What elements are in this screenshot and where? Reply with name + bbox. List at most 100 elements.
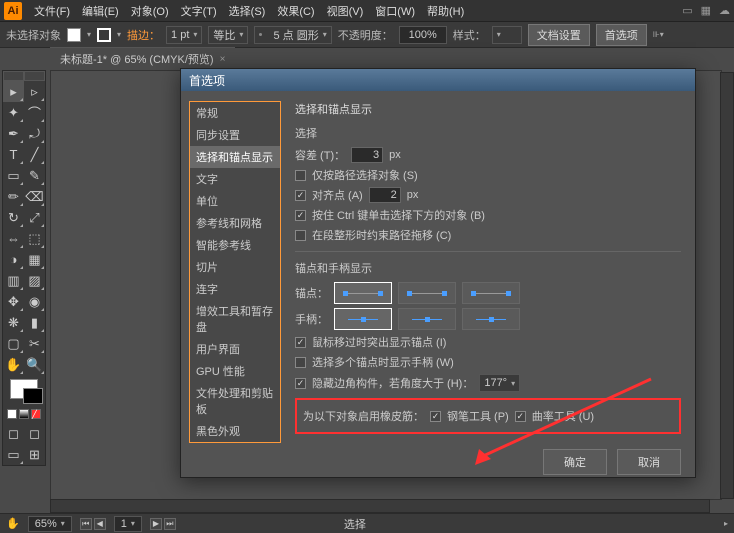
sync-icon[interactable]: ☁ — [719, 4, 730, 17]
arrange-icon[interactable]: ▦ — [701, 4, 711, 17]
vertical-scrollbar[interactable] — [720, 72, 734, 499]
scale-tool[interactable]: ⤢ — [24, 207, 45, 228]
sidebar-item-sync[interactable]: 同步设置 — [190, 124, 280, 146]
artboard-number[interactable]: 1▾ — [114, 516, 142, 532]
ctrl-click-checkbox[interactable] — [295, 210, 306, 221]
menu-type[interactable]: 文字(T) — [175, 3, 223, 19]
graph-tool[interactable]: ▮ — [24, 312, 45, 333]
gradient-tool[interactable]: ▨ — [24, 270, 45, 291]
menu-file[interactable]: 文件(F) — [28, 3, 76, 19]
color-swatch[interactable]: ╱ — [3, 375, 45, 423]
horizontal-scrollbar[interactable] — [50, 499, 710, 513]
close-icon[interactable]: × — [220, 54, 226, 65]
opacity-input[interactable] — [399, 26, 447, 44]
blend-tool[interactable]: ◉ — [24, 291, 45, 312]
menu-view[interactable]: 视图(V) — [321, 3, 370, 19]
stroke-weight[interactable]: 1 pt▾ — [166, 26, 202, 44]
sidebar-item-general[interactable]: 常规 — [190, 102, 280, 124]
sidebar-item-smart-guides[interactable]: 智能参考线 — [190, 234, 280, 256]
sidebar-item-plugins[interactable]: 增效工具和暂存盘 — [190, 300, 280, 338]
artboard-nav[interactable]: ⏮◀ — [80, 518, 106, 530]
shape-builder-tool[interactable]: ◑ — [3, 249, 24, 270]
artboard-tool[interactable]: ▢ — [3, 333, 24, 354]
mesh-tool[interactable]: ▥ — [3, 270, 24, 291]
snap-checkbox[interactable] — [295, 190, 306, 201]
magic-wand-tool[interactable]: ✦ — [3, 102, 24, 123]
paintbrush-tool[interactable]: ✎ — [24, 165, 45, 186]
sidebar-item-hyphenation[interactable]: 连字 — [190, 278, 280, 300]
handle-style-3[interactable] — [462, 308, 520, 330]
fill-swatch[interactable] — [67, 28, 81, 42]
sidebar-item-guides[interactable]: 参考线和网格 — [190, 212, 280, 234]
drawing-mode-normal[interactable]: ◻ — [3, 423, 24, 444]
sidebar-item-type[interactable]: 文字 — [190, 168, 280, 190]
sidebar-item-ui[interactable]: 用户界面 — [190, 338, 280, 360]
curve-tool-checkbox[interactable] — [515, 411, 526, 422]
constrain-checkbox[interactable] — [295, 230, 306, 241]
brush-def[interactable]: 5 点 圆形▾ — [254, 26, 331, 44]
curvature-tool[interactable]: ⤾ — [24, 123, 45, 144]
tolerance-input[interactable] — [351, 147, 383, 163]
direct-selection-tool[interactable]: ▹ — [24, 81, 45, 102]
artboard-nav-next[interactable]: ▶⏭ — [150, 518, 176, 530]
menu-select[interactable]: 选择(S) — [223, 3, 272, 19]
bridge-icon[interactable]: ▭ — [682, 4, 692, 17]
eraser-tool[interactable]: ⌫ — [24, 186, 45, 207]
anchor-style-2[interactable] — [398, 282, 456, 304]
stroke-profile[interactable]: 等比▾ — [208, 26, 248, 44]
sidebar-item-file-handling[interactable]: 文件处理和剪贴板 — [190, 382, 280, 420]
stroke-dropdown[interactable]: ▾ — [117, 30, 121, 39]
handle-style-1[interactable] — [334, 308, 392, 330]
sidebar-item-slices[interactable]: 切片 — [190, 256, 280, 278]
edit-toolbar[interactable]: ⊞ — [24, 444, 45, 465]
highlight-checkbox[interactable] — [295, 337, 306, 348]
drawing-mode-behind[interactable]: ◻ — [24, 423, 45, 444]
perspective-tool[interactable]: ▦ — [24, 249, 45, 270]
snap-input[interactable] — [369, 187, 401, 203]
hide-corner-dropdown[interactable]: 177°▾ — [479, 374, 520, 392]
pencil-tool[interactable]: ✏ — [3, 186, 24, 207]
menu-help[interactable]: 帮助(H) — [421, 3, 470, 19]
document-tab[interactable]: 未标题-1* @ 65% (CMYK/预览) × — [50, 47, 235, 70]
status-menu[interactable]: ▸ — [724, 519, 728, 528]
lasso-tool[interactable]: ⌒ — [24, 102, 45, 123]
dialog-titlebar[interactable]: 首选项 — [181, 69, 695, 91]
stroke-swatch[interactable] — [97, 28, 111, 42]
fill-dropdown[interactable]: ▾ — [87, 30, 91, 39]
menu-object[interactable]: 对象(O) — [125, 3, 175, 19]
sidebar-item-black[interactable]: 黑色外观 — [190, 420, 280, 442]
menu-edit[interactable]: 编辑(E) — [76, 3, 125, 19]
rotate-tool[interactable]: ↻ — [3, 207, 24, 228]
multi-handles-checkbox[interactable] — [295, 357, 306, 368]
pen-tool-checkbox[interactable] — [430, 411, 441, 422]
width-tool[interactable]: ⇔ — [3, 228, 24, 249]
zoom-tool[interactable]: 🔍 — [24, 354, 45, 375]
align-dropdown[interactable]: ⊪▾ — [653, 30, 664, 39]
sidebar-item-units[interactable]: 单位 — [190, 190, 280, 212]
handle-style-2[interactable] — [398, 308, 456, 330]
pen-tool[interactable]: ✒ — [3, 123, 24, 144]
slice-tool[interactable]: ✂ — [24, 333, 45, 354]
ok-button[interactable]: 确定 — [543, 449, 607, 475]
path-only-checkbox[interactable] — [295, 170, 306, 181]
sidebar-item-gpu[interactable]: GPU 性能 — [190, 360, 280, 382]
preferences-button[interactable]: 首选项 — [596, 24, 647, 46]
rectangle-tool[interactable]: ▭ — [3, 165, 24, 186]
free-transform-tool[interactable]: ⬚ — [24, 228, 45, 249]
style-dropdown[interactable]: ▾ — [492, 26, 522, 44]
anchor-style-3[interactable] — [462, 282, 520, 304]
sidebar-item-selection-anchor[interactable]: 选择和锚点显示 — [190, 146, 280, 168]
hand-tool[interactable]: ✋ — [3, 354, 24, 375]
cancel-button[interactable]: 取消 — [617, 449, 681, 475]
type-tool[interactable]: T — [3, 144, 24, 165]
menu-window[interactable]: 窗口(W) — [369, 3, 421, 19]
selection-tool[interactable]: ▸ — [3, 81, 24, 102]
hand-icon[interactable]: ✋ — [6, 517, 20, 530]
anchor-style-1[interactable] — [334, 282, 392, 304]
zoom-level[interactable]: 65%▾ — [28, 516, 72, 532]
eyedropper-tool[interactable]: ✥ — [3, 291, 24, 312]
menu-effect[interactable]: 效果(C) — [271, 3, 320, 19]
line-tool[interactable]: ╱ — [24, 144, 45, 165]
document-setup-button[interactable]: 文档设置 — [528, 24, 590, 46]
screen-mode[interactable]: ▭ — [3, 444, 24, 465]
